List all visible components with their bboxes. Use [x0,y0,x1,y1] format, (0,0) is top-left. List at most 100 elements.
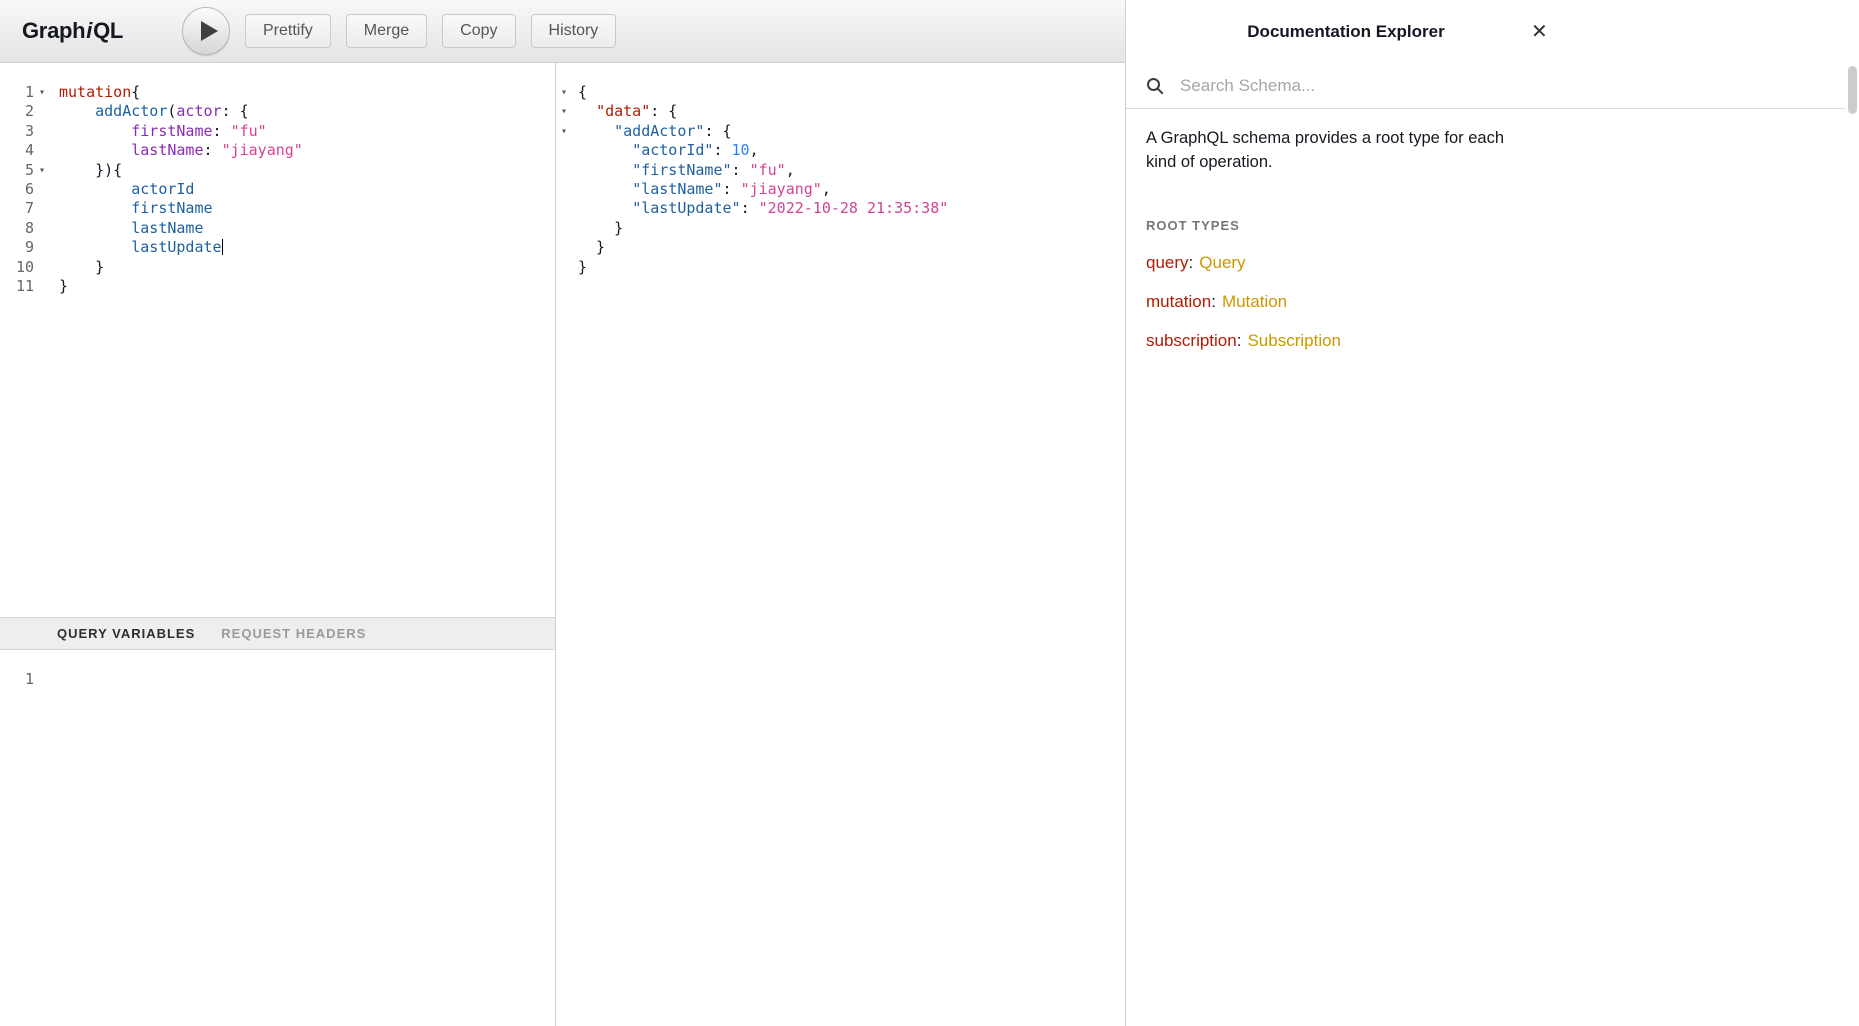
code-token: 10 [732,141,750,159]
schema-description: A GraphQL schema provides a root type fo… [1146,127,1538,174]
line-number: 7 [0,199,34,218]
merge-button[interactable]: Merge [346,14,427,48]
variables-editor[interactable]: 1 [0,650,555,1026]
code-line[interactable]: actorId [59,180,303,199]
gutter-line [556,161,572,180]
code-token: : [713,141,731,159]
code-token: "2022-10-28 21:35:38" [759,199,949,217]
gutter-line: ▾ [556,102,572,121]
code-line[interactable]: mutation{ [59,83,303,102]
code-line[interactable]: } [578,238,948,257]
fold-arrow-icon[interactable]: ▾ [556,122,572,141]
code-token: : [741,199,759,217]
gutter-line: 1 [0,670,50,689]
code-token: : [213,122,231,140]
gutter-line: 8 [0,219,50,238]
code-line[interactable]: lastName: "jiayang" [59,141,303,160]
fold-arrow-icon[interactable]: ▾ [556,102,572,121]
tab-query-variables[interactable]: QUERY VARIABLES [57,626,195,641]
execute-button[interactable] [182,7,230,55]
gutter-line [556,141,572,160]
code-line[interactable]: lastUpdate [59,238,303,257]
copy-button[interactable]: Copy [442,14,515,48]
code-token: { [578,83,587,101]
code-token: "firstName" [632,161,731,179]
fold-arrow-icon[interactable]: ▾ [34,83,50,102]
gutter-line [556,258,572,277]
doc-search-input[interactable] [1178,75,1508,97]
root-type-keyword: mutation [1146,292,1211,311]
code-token: } [578,219,623,237]
code-token: "lastName" [632,180,722,198]
code-line[interactable]: }){ [59,161,303,180]
doc-title-bar: Documentation Explorer ✕ [1126,0,1566,63]
code-token: firstName [131,199,212,217]
code-line[interactable]: "addActor": { [578,122,948,141]
code-line[interactable]: "lastUpdate": "2022-10-28 21:35:38" [578,199,948,218]
code-line[interactable]: "lastName": "jiayang", [578,180,948,199]
code-token [59,238,131,256]
code-token: "actorId" [632,141,713,159]
line-number: 3 [0,122,34,141]
code-line[interactable]: } [59,258,303,277]
code-token: , [822,180,831,198]
result-viewer[interactable]: ▾▾▾ { "data": { "addActor": { "actorId":… [556,63,1125,277]
line-number: 5 [0,161,34,180]
gutter-line [556,238,572,257]
logo-text-italic: i [86,18,92,43]
code-line[interactable]: "actorId": 10, [578,141,948,160]
history-button[interactable]: History [531,14,617,48]
query-editor[interactable]: 1▾2345▾67891011 mutation{ addActor(actor… [0,63,555,617]
type-link-subscription[interactable]: Subscription [1247,331,1341,350]
close-button[interactable]: ✕ [1525,0,1554,63]
code-token: "fu" [750,161,786,179]
root-type-keyword: subscription [1146,331,1237,350]
query-editor-code[interactable]: mutation{ addActor(actor: { firstName: "… [50,83,303,617]
variables-editor-code[interactable] [50,670,59,1026]
toolbar: GraphiQL Prettify Merge Copy History [0,0,1125,63]
gutter-line: 3 [0,122,50,141]
code-token [578,199,632,217]
root-types-header: ROOT TYPES [1146,218,1839,233]
doc-scrollbar[interactable] [1848,66,1857,114]
fold-spacer [556,180,572,199]
secondary-editor-title-bar[interactable]: QUERY VARIABLES REQUEST HEADERS [0,617,555,650]
gutter-line: 5▾ [0,161,50,180]
code-line[interactable]: } [578,219,948,238]
code-line[interactable]: firstName [59,199,303,218]
root-type-keyword: query [1146,253,1189,272]
result-pane: ▾▾▾ { "data": { "addActor": { "actorId":… [556,63,1125,1026]
code-token: "lastUpdate" [632,199,740,217]
doc-body: A GraphQL schema provides a root type fo… [1126,109,1859,350]
code-token: "jiayang" [222,141,303,159]
code-line[interactable]: "firstName": "fu", [578,161,948,180]
prettify-button[interactable]: Prettify [245,14,331,48]
code-line[interactable]: } [578,258,948,277]
tab-request-headers[interactable]: REQUEST HEADERS [221,626,366,641]
root-type-subscription: subscription:Subscription [1146,332,1839,350]
code-token: "jiayang" [741,180,822,198]
gutter-line: 9 [0,238,50,257]
line-number: 1 [0,83,34,102]
gutter-line: ▾ [556,83,572,102]
fold-arrow-icon[interactable]: ▾ [34,161,50,180]
code-line[interactable]: "data": { [578,102,948,121]
code-line[interactable]: { [578,83,948,102]
result-viewer-code: { "data": { "addActor": { "actorId": 10,… [572,83,948,277]
fold-spacer [34,102,50,121]
fold-spacer [34,122,50,141]
fold-arrow-icon[interactable]: ▾ [556,83,572,102]
type-link-mutation[interactable]: Mutation [1222,292,1287,311]
code-line[interactable]: firstName: "fu" [59,122,303,141]
gutter-line [556,199,572,218]
logo-text: Graph [22,18,85,43]
gutter-line: 11 [0,277,50,296]
code-line[interactable]: } [59,277,303,296]
result-viewer-gutter: ▾▾▾ [556,83,572,277]
code-token: }){ [59,161,122,179]
code-line[interactable]: lastName [59,219,303,238]
type-link-query[interactable]: Query [1199,253,1245,272]
code-line[interactable]: addActor(actor: { [59,102,303,121]
logo-text: QL [93,18,123,43]
code-token: lastUpdate [131,238,221,256]
